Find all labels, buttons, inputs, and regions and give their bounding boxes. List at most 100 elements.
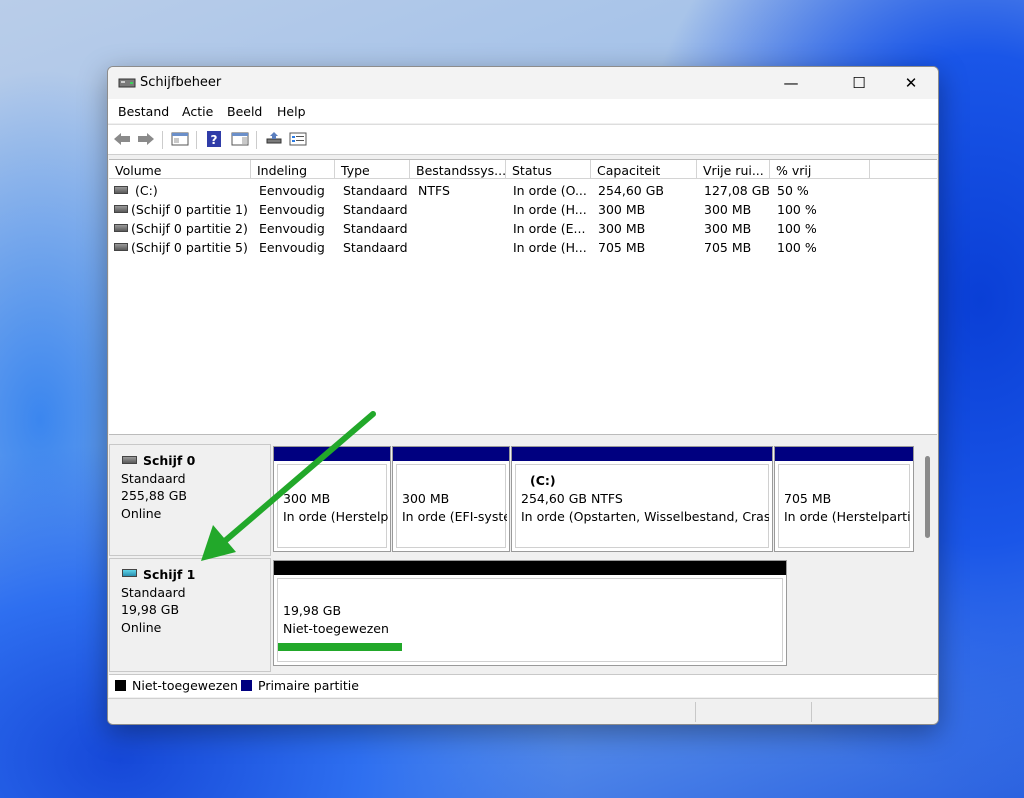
column-header-indeling[interactable]: Indeling: [251, 160, 335, 179]
partition-status: In orde (EFI-syste: [402, 509, 507, 524]
table-row[interactable]: (Schijf 0 partitie 2) Eenvoudig Standaar…: [109, 219, 937, 238]
cell-status: In orde (H...: [513, 240, 587, 255]
cell-type: Standaard: [343, 202, 408, 217]
partition-efi[interactable]: 300 MB In orde (EFI-syste: [392, 446, 510, 552]
disk-0-name: Schijf 0: [143, 453, 196, 468]
disk-management-window: Schijfbeheer — ☐ ✕ Bestand Actie Beeld H…: [107, 66, 939, 725]
cell-status: In orde (E...: [513, 221, 586, 236]
partition-recovery-5[interactable]: 705 MB In orde (Herstelpartiti: [774, 446, 914, 552]
disk-0-size: 255,88 GB: [121, 488, 187, 503]
column-header-vrije-ruimte[interactable]: Vrije rui...: [697, 160, 770, 179]
disk-1-type: Standaard: [121, 585, 186, 600]
cell-volume: (Schijf 0 partitie 1): [131, 202, 248, 217]
disk-1-name: Schijf 1: [143, 567, 196, 582]
back-icon[interactable]: [112, 130, 132, 148]
table-row[interactable]: (Schijf 0 partitie 5) Eenvoudig Standaar…: [109, 238, 937, 257]
partition-status: In orde (Opstarten, Wisselbestand, Crash…: [521, 509, 769, 524]
toolbar-separator: [256, 131, 257, 149]
help-icon[interactable]: ?: [204, 130, 224, 148]
column-header-capaciteit[interactable]: Capaciteit: [591, 160, 697, 179]
cell-status: In orde (H...: [513, 202, 587, 217]
cell-capaciteit: 705 MB: [598, 240, 646, 255]
cell-indeling: Eenvoudig: [259, 221, 325, 236]
disk-0-label[interactable]: Schijf 0 Standaard 255,88 GB Online: [109, 444, 271, 556]
cell-percent-vrij: 100 %: [777, 221, 817, 236]
menu-actie[interactable]: Actie: [182, 104, 213, 119]
table-row[interactable]: (Schijf 0 partitie 1) Eenvoudig Standaar…: [109, 200, 937, 219]
primary-partition-bar: [274, 447, 390, 461]
cell-percent-vrij: 100 %: [777, 202, 817, 217]
partition-body: (C:) 254,60 GB NTFS In orde (Opstarten, …: [515, 464, 769, 548]
title-bar[interactable]: Schijfbeheer — ☐ ✕: [108, 67, 938, 99]
column-header-type[interactable]: Type: [335, 160, 410, 179]
partition-body: 705 MB In orde (Herstelpartiti: [778, 464, 910, 548]
primary-partition-bar: [512, 447, 772, 461]
status-divider: [811, 702, 812, 722]
table-row[interactable]: (C:) Eenvoudig Standaard NTFS In orde (O…: [109, 181, 937, 200]
cell-volume: (Schijf 0 partitie 2): [131, 221, 248, 236]
cell-capaciteit: 300 MB: [598, 221, 646, 236]
cell-bestandssysteem: [418, 219, 506, 238]
console-icon[interactable]: [170, 130, 190, 148]
disk-0-type: Standaard: [121, 471, 186, 486]
column-header-status[interactable]: Status: [506, 160, 591, 179]
menu-beeld[interactable]: Beeld: [227, 104, 262, 119]
legend-label-primary: Primaire partitie: [258, 678, 359, 693]
properties-icon[interactable]: [288, 130, 308, 148]
forward-icon[interactable]: [136, 130, 156, 148]
legend-label-unallocated: Niet-toegewezen: [132, 678, 238, 693]
maximize-button[interactable]: ☐: [836, 67, 882, 99]
column-header-bestandssysteem[interactable]: Bestandssys...: [410, 160, 506, 179]
column-header-volume[interactable]: Volume: [109, 160, 251, 179]
close-button[interactable]: ✕: [888, 67, 934, 99]
cell-capaciteit: 254,60 GB: [598, 183, 664, 198]
toolbar: ?: [108, 124, 938, 155]
legend: Niet-toegewezen Primaire partitie: [109, 674, 937, 697]
drive-icon: [114, 224, 128, 232]
graphical-view-scrollbar[interactable]: [925, 456, 930, 538]
column-header-percent-vrij[interactable]: % vrij: [770, 160, 870, 179]
primary-partition-bar: [775, 447, 913, 461]
highlight-underline: [278, 643, 402, 651]
disk-0-state: Online: [121, 506, 162, 521]
partition-size: 254,60 GB NTFS: [521, 491, 623, 506]
cell-vrije-ruimte: 300 MB: [704, 221, 752, 236]
toolbar-separator: [196, 131, 197, 149]
partition-recovery-1[interactable]: 300 MB In orde (Herstelpa: [273, 446, 391, 552]
partition-c[interactable]: (C:) 254,60 GB NTFS In orde (Opstarten, …: [511, 446, 773, 552]
menu-bestand[interactable]: Bestand: [118, 104, 169, 119]
partition-body: 300 MB In orde (EFI-syste: [396, 464, 507, 548]
panel-icon[interactable]: [230, 130, 250, 148]
partition-body: 19,98 GB Niet-toegewezen: [277, 578, 783, 662]
partition-size: 19,98 GB: [283, 603, 342, 618]
status-divider: [695, 702, 696, 722]
partition-status: In orde (Herstelpa: [283, 509, 388, 524]
partition-unallocated[interactable]: 19,98 GB Niet-toegewezen: [273, 560, 787, 666]
cell-percent-vrij: 100 %: [777, 240, 817, 255]
status-bar: [108, 698, 938, 724]
cell-capaciteit: 300 MB: [598, 202, 646, 217]
cell-status: In orde (O...: [513, 183, 587, 198]
menu-help[interactable]: Help: [277, 104, 306, 119]
disk-icon: [122, 569, 137, 577]
cell-bestandssysteem: [418, 238, 506, 257]
svg-text:?: ?: [211, 133, 218, 147]
connect-icon[interactable]: [264, 130, 284, 148]
minimize-button[interactable]: —: [768, 67, 814, 99]
cell-volume: (Schijf 0 partitie 5): [131, 240, 248, 255]
partition-size: 300 MB: [402, 491, 450, 506]
cell-indeling: Eenvoudig: [259, 202, 325, 217]
drive-icon: [114, 205, 128, 213]
cell-vrije-ruimte: 127,08 GB: [704, 183, 770, 198]
disk-1-label[interactable]: Schijf 1 Standaard 19,98 GB Online: [109, 558, 271, 672]
cell-bestandssysteem: [418, 200, 506, 219]
disk-icon: [122, 456, 137, 464]
window-title: Schijfbeheer: [140, 75, 222, 90]
legend-swatch-primary: [241, 680, 252, 691]
legend-swatch-unallocated: [115, 680, 126, 691]
menu-bar: Bestand Actie Beeld Help: [108, 99, 938, 123]
partition-status: Niet-toegewezen: [283, 621, 389, 636]
disk-management-icon: [118, 78, 136, 88]
cell-vrije-ruimte: 300 MB: [704, 202, 752, 217]
cell-percent-vrij: 50 %: [777, 183, 809, 198]
